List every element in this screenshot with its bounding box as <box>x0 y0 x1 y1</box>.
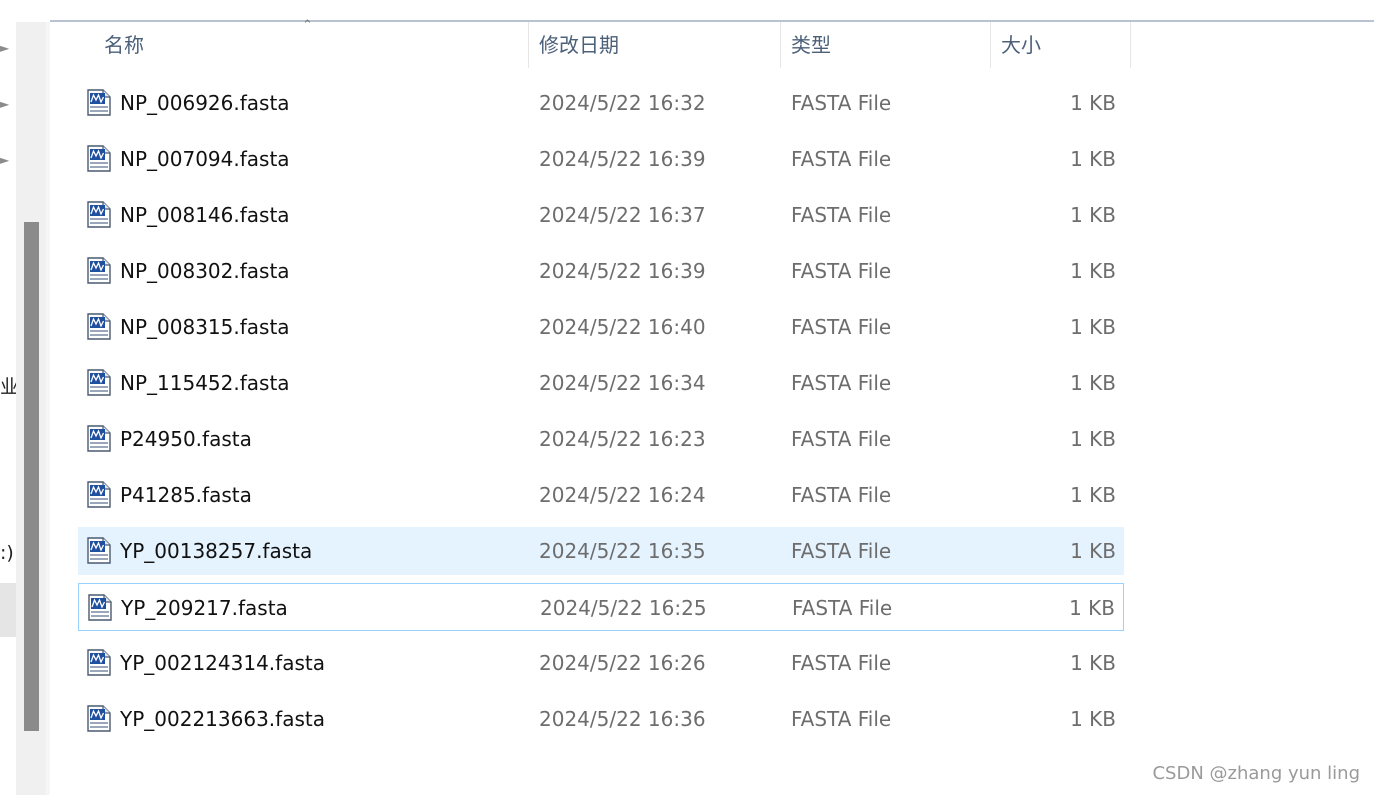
column-header-modified-label: 修改日期 <box>539 33 619 57</box>
fasta-file-icon <box>87 89 111 116</box>
file-name: NP_008315.fasta <box>120 315 290 339</box>
file-type: FASTA File <box>791 259 892 283</box>
fasta-file-icon <box>88 594 112 621</box>
nav-item-selected[interactable] <box>0 583 16 637</box>
fasta-file-icon <box>87 705 111 732</box>
file-type: FASTA File <box>791 707 892 731</box>
column-header-type[interactable]: 类型 <box>781 22 991 68</box>
file-size: 1 KB <box>1069 596 1115 620</box>
file-name: YP_002213663.fasta <box>120 707 325 731</box>
fasta-file-icon <box>87 425 111 452</box>
file-size: 1 KB <box>1070 371 1116 395</box>
file-row[interactable]: P41285.fasta 2024/5/22 16:24 FASTA File 1 K… <box>78 471 1124 519</box>
file-explorer-window: ► ► ► 业 :) ⌃ 名称 修改日期 类型 大小 NP_006926.fas… <box>0 0 1374 795</box>
file-row[interactable]: NP_008302.fasta 2024/5/22 16:39 FASTA File… <box>78 247 1124 295</box>
file-size: 1 KB <box>1070 427 1116 451</box>
file-row[interactable]: P24950.fasta 2024/5/22 16:23 FASTA File 1 K… <box>78 415 1124 463</box>
file-modified-date: 2024/5/22 16:40 <box>539 315 706 339</box>
file-name: YP_002124314.fasta <box>120 651 325 675</box>
file-type: FASTA File <box>791 91 892 115</box>
file-row[interactable]: NP_115452.fasta 2024/5/22 16:34 FASTA File… <box>78 359 1124 407</box>
file-row[interactable]: NP_006926.fasta 2024/5/22 16:32 FASTA File… <box>78 79 1124 127</box>
column-header-name[interactable]: 名称 <box>94 22 529 68</box>
file-size: 1 KB <box>1070 315 1116 339</box>
file-modified-date: 2024/5/22 16:26 <box>539 651 706 675</box>
file-size: 1 KB <box>1070 483 1116 507</box>
file-type: FASTA File <box>791 315 892 339</box>
file-row[interactable]: NP_008315.fasta 2024/5/22 16:40 FASTA File… <box>78 303 1124 351</box>
expand-arrow-icon[interactable]: ► <box>0 154 12 166</box>
file-row[interactable]: NP_008146.fasta 2024/5/22 16:37 FASTA File… <box>78 191 1124 239</box>
fasta-file-icon <box>87 313 111 340</box>
file-type: FASTA File <box>792 596 893 620</box>
column-header-type-label: 类型 <box>791 33 831 57</box>
expand-arrow-icon[interactable]: ► <box>0 98 12 110</box>
file-type: FASTA File <box>791 371 892 395</box>
column-header-bar: ⌃ 名称 修改日期 类型 大小 <box>50 18 1131 68</box>
fasta-file-icon <box>87 537 111 564</box>
column-header-size-label: 大小 <box>1001 33 1041 57</box>
file-type: FASTA File <box>791 427 892 451</box>
file-modified-date: 2024/5/22 16:32 <box>539 91 706 115</box>
file-type: FASTA File <box>791 539 892 563</box>
file-name: NP_007094.fasta <box>120 147 290 171</box>
file-name: YP_00138257.fasta <box>120 539 313 563</box>
file-modified-date: 2024/5/22 16:25 <box>540 596 707 620</box>
fasta-file-icon <box>87 369 111 396</box>
file-modified-date: 2024/5/22 16:39 <box>539 147 706 171</box>
expand-arrow-icon[interactable]: ► <box>0 42 12 54</box>
file-size: 1 KB <box>1070 91 1116 115</box>
file-size: 1 KB <box>1070 651 1116 675</box>
column-header-modified[interactable]: 修改日期 <box>529 22 781 68</box>
file-modified-date: 2024/5/22 16:24 <box>539 483 706 507</box>
file-row[interactable]: YP_002213663.fasta 2024/5/22 16:36 FASTA F… <box>78 695 1124 743</box>
file-type: FASTA File <box>791 203 892 227</box>
file-modified-date: 2024/5/22 16:37 <box>539 203 706 227</box>
column-header-size[interactable]: 大小 <box>991 22 1131 68</box>
file-name: NP_006926.fasta <box>120 91 290 115</box>
navigation-pane: ► ► ► 业 :) <box>0 22 16 795</box>
fasta-file-icon <box>87 201 111 228</box>
fasta-file-icon <box>87 649 111 676</box>
file-row[interactable]: YP_00138257.fasta 2024/5/22 16:35 FASTA Fi… <box>78 527 1124 575</box>
file-row[interactable]: NP_007094.fasta 2024/5/22 16:39 FASTA File… <box>78 135 1124 183</box>
pane-divider[interactable] <box>46 22 50 795</box>
file-row[interactable]: YP_209217.fasta 2024/5/22 16:25 FASTA File… <box>78 583 1124 631</box>
fasta-file-icon <box>87 481 111 508</box>
file-name: NP_115452.fasta <box>120 371 290 395</box>
file-type: FASTA File <box>791 483 892 507</box>
file-size: 1 KB <box>1070 259 1116 283</box>
file-modified-date: 2024/5/22 16:36 <box>539 707 706 731</box>
file-size: 1 KB <box>1070 539 1116 563</box>
column-header-name-label: 名称 <box>104 33 144 57</box>
file-name: NP_008146.fasta <box>120 203 290 227</box>
file-modified-date: 2024/5/22 16:35 <box>539 539 706 563</box>
file-row[interactable]: YP_002124314.fasta 2024/5/22 16:26 FASTA F… <box>78 639 1124 687</box>
file-size: 1 KB <box>1070 203 1116 227</box>
file-modified-date: 2024/5/22 16:34 <box>539 371 706 395</box>
fasta-file-icon <box>87 257 111 284</box>
file-name: NP_008302.fasta <box>120 259 290 283</box>
nav-item-label[interactable]: :) <box>0 542 16 564</box>
file-name: YP_209217.fasta <box>121 596 288 620</box>
watermark: CSDN @zhang yun ling <box>1152 763 1360 784</box>
file-modified-date: 2024/5/22 16:23 <box>539 427 706 451</box>
file-type: FASTA File <box>791 651 892 675</box>
file-size: 1 KB <box>1070 147 1116 171</box>
nav-item-label[interactable]: 业 <box>0 372 16 399</box>
file-name: P41285.fasta <box>120 483 252 507</box>
file-size: 1 KB <box>1070 707 1116 731</box>
file-name: P24950.fasta <box>120 427 252 451</box>
file-modified-date: 2024/5/22 16:39 <box>539 259 706 283</box>
fasta-file-icon <box>87 145 111 172</box>
nav-scrollbar-thumb[interactable] <box>24 222 39 731</box>
file-type: FASTA File <box>791 147 892 171</box>
